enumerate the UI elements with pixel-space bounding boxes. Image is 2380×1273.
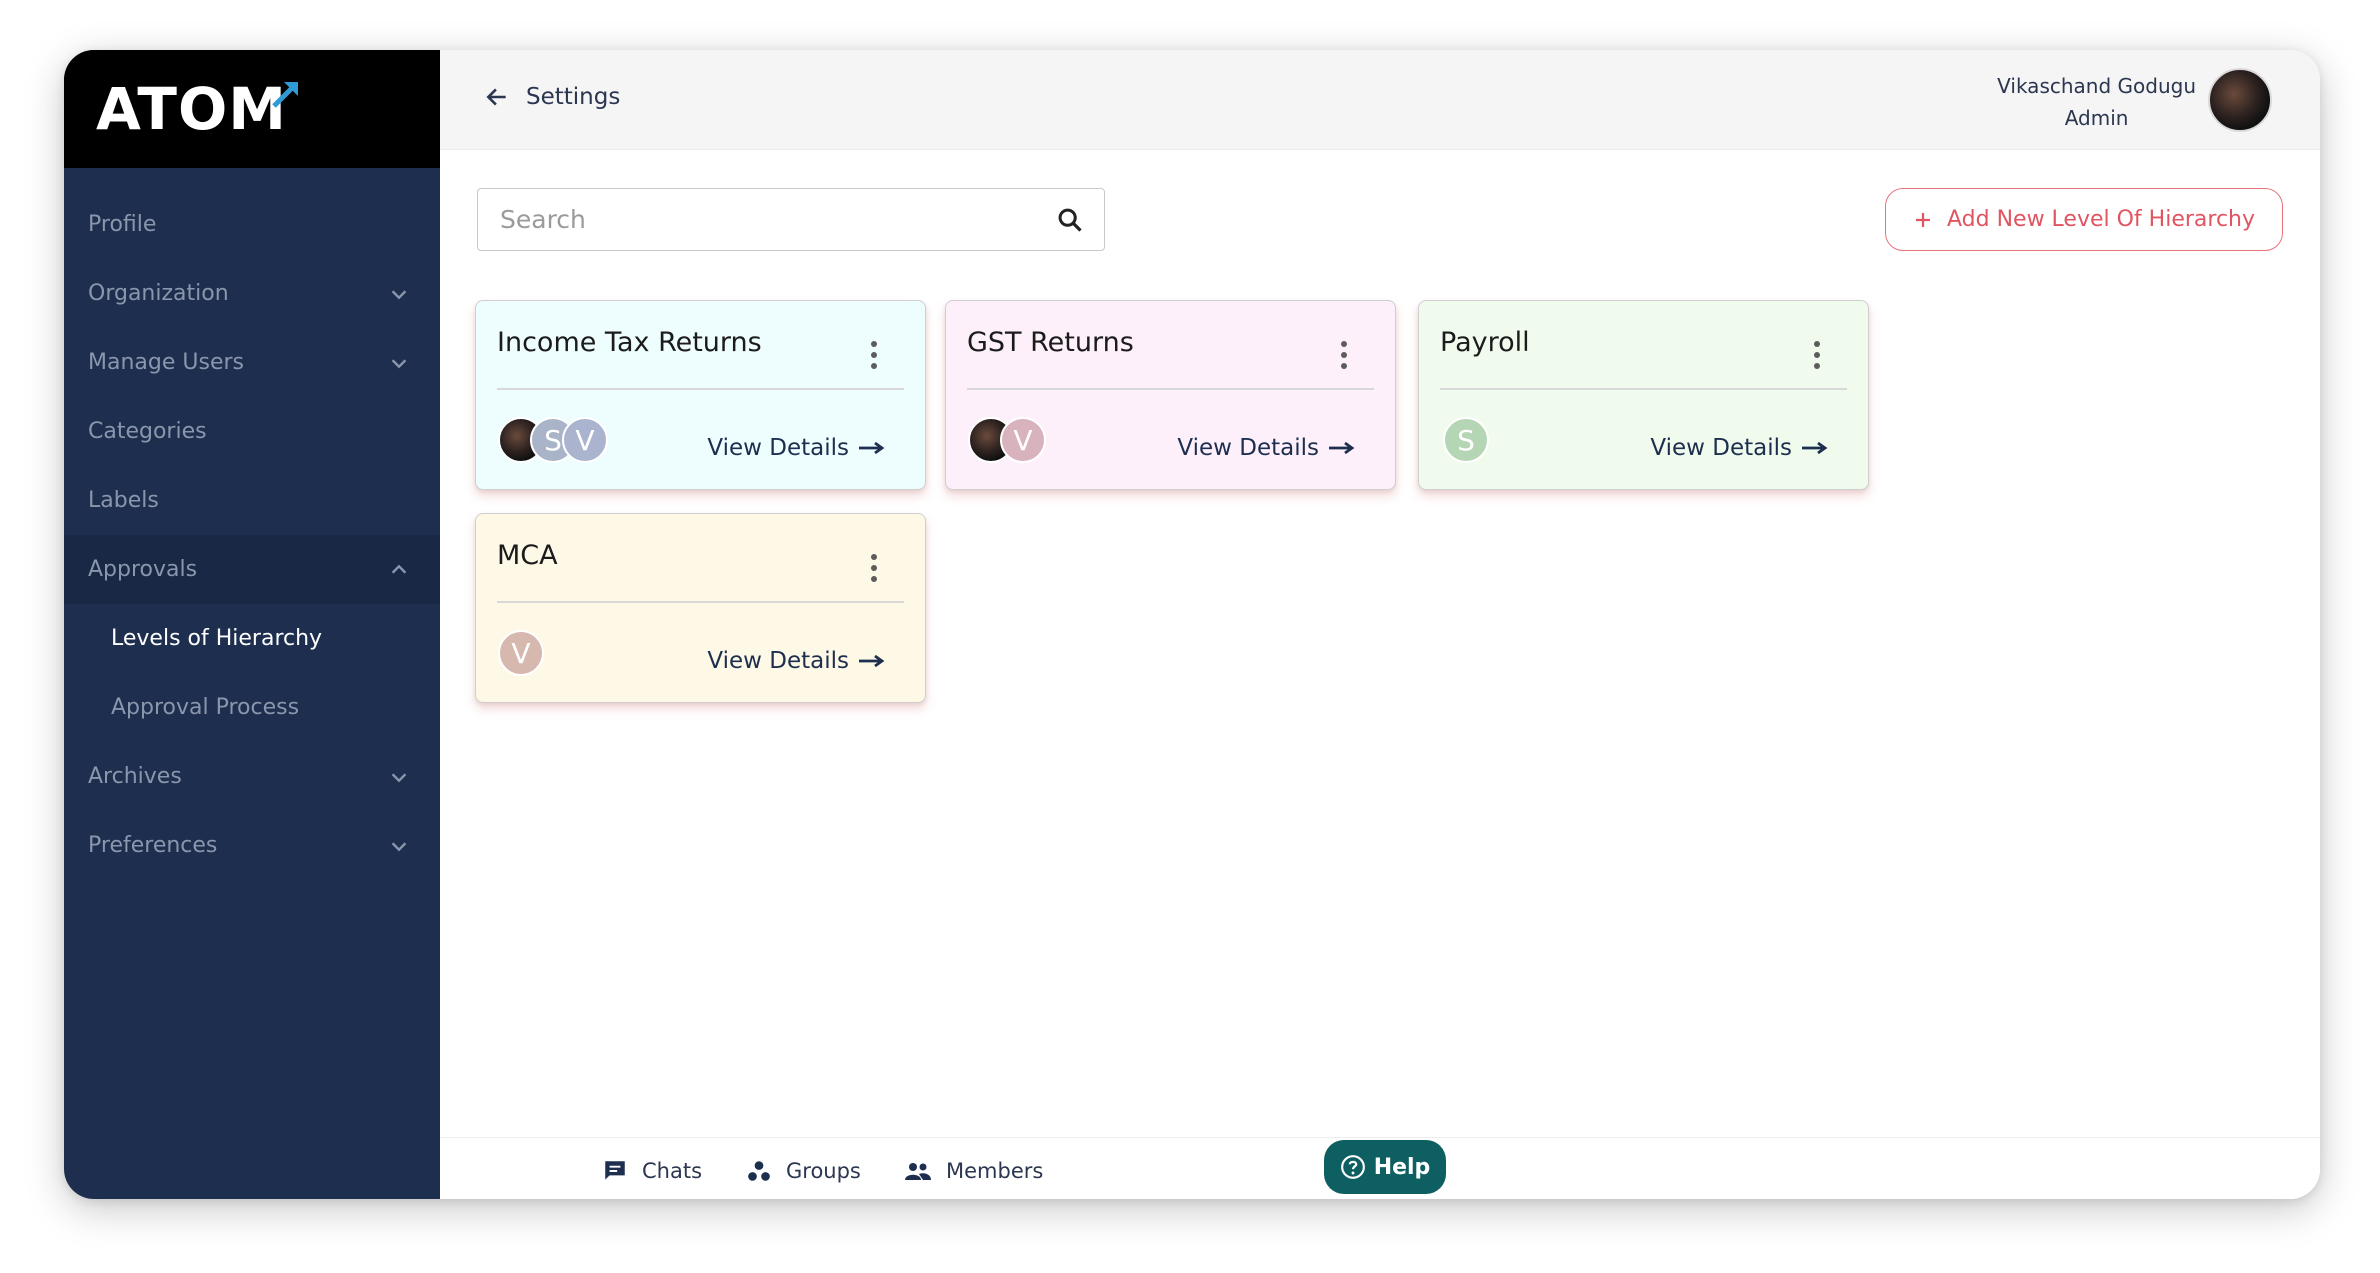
help-icon [1340, 1155, 1365, 1179]
more-options-icon[interactable] [1814, 341, 1820, 374]
plus-icon [1915, 212, 1930, 227]
main-content: Settings Vikaschand Godugu Admin Add New… [440, 50, 2320, 1199]
view-details-label: View Details [707, 648, 849, 674]
view-details-label: View Details [1177, 435, 1319, 461]
groups-label: Groups [786, 1159, 861, 1183]
chats-label: Chats [642, 1159, 703, 1183]
arrow-left-icon [486, 88, 506, 106]
view-details-link[interactable]: View Details [1177, 435, 1355, 461]
user-name: Vikaschand Godugu [1997, 74, 2196, 98]
sidebar-item-label: Approvals [88, 557, 198, 582]
members-icon [905, 1163, 931, 1180]
divider [1440, 388, 1847, 390]
avatar: V [1000, 417, 1046, 463]
groups-button[interactable]: Groups [746, 1158, 861, 1184]
logo-container: ATOM [64, 50, 440, 168]
arrow-right-icon [859, 654, 885, 668]
divider [497, 601, 904, 603]
view-details-link[interactable]: View Details [707, 648, 885, 674]
top-bar: Settings Vikaschand Godugu Admin [440, 50, 2320, 150]
groups-icon [748, 1161, 770, 1181]
sidebar-item-levels-of-hierarchy[interactable]: Levels of Hierarchy [64, 604, 440, 673]
sidebar-item-label: Organization [88, 281, 229, 306]
card-title: Income Tax Returns [497, 327, 762, 358]
sidebar-item-preferences[interactable]: Preferences [64, 811, 440, 880]
arrow-right-icon [1329, 441, 1355, 455]
help-button[interactable]: Help [1324, 1140, 1446, 1194]
sidebar-item-label: Profile [88, 212, 157, 237]
assignee-avatars: V [498, 630, 544, 676]
assignee-avatars: S V [498, 417, 608, 463]
chevron-down-icon [391, 358, 407, 368]
atom-logo: ATOM [96, 75, 287, 143]
hierarchy-card[interactable]: Income Tax Returns S V View Details [475, 300, 926, 490]
chevron-down-icon [391, 289, 407, 299]
logo-arrow-icon [272, 82, 298, 108]
divider [967, 388, 1374, 390]
card-title: MCA [497, 540, 558, 571]
user-info: Vikaschand Godugu Admin [1997, 70, 2196, 134]
sidebar-item-label: Archives [88, 764, 182, 789]
help-label: Help [1373, 1154, 1431, 1180]
avatar: V [562, 417, 608, 463]
chats-button[interactable]: Chats [602, 1158, 702, 1184]
view-details-label: View Details [707, 435, 849, 461]
members-label: Members [946, 1159, 1044, 1183]
app-window: ATOM Profile Organization Manage Users C… [64, 50, 2320, 1199]
members-button[interactable]: Members [904, 1158, 1043, 1184]
sidebar-item-label: Labels [88, 488, 159, 513]
hierarchy-card[interactable]: Payroll S View Details [1418, 300, 1869, 490]
back-to-settings-button[interactable]: Settings [484, 84, 620, 110]
back-label: Settings [526, 84, 621, 110]
search-icon[interactable] [1056, 206, 1084, 234]
sidebar-item-label: Preferences [88, 833, 218, 858]
more-options-icon[interactable] [1341, 341, 1347, 374]
view-details-link[interactable]: View Details [707, 435, 885, 461]
chevron-up-icon [391, 564, 407, 574]
avatar: S [1443, 417, 1489, 463]
sidebar-item-label: Manage Users [88, 350, 244, 375]
sidebar-item-categories[interactable]: Categories [64, 397, 440, 466]
sidebar-item-approval-process[interactable]: Approval Process [64, 673, 440, 742]
assignee-avatars: S [1443, 417, 1489, 463]
view-details-label: View Details [1650, 435, 1792, 461]
sidebar-item-label: Levels of Hierarchy [111, 626, 323, 651]
user-avatar[interactable] [2208, 68, 2272, 132]
sidebar-item-label: Categories [88, 419, 207, 444]
user-role: Admin [2064, 106, 2129, 130]
card-title: Payroll [1440, 327, 1530, 358]
sidebar-item-archives[interactable]: Archives [64, 742, 440, 811]
chevron-down-icon [391, 772, 407, 782]
sidebar-item-organization[interactable]: Organization [64, 259, 440, 328]
assignee-avatars: V [968, 417, 1046, 463]
hierarchy-card[interactable]: GST Returns V View Details [945, 300, 1396, 490]
more-options-icon[interactable] [871, 554, 877, 587]
view-details-link[interactable]: View Details [1650, 435, 1828, 461]
divider [497, 388, 904, 390]
hierarchy-card[interactable]: MCA V View Details [475, 513, 926, 703]
more-options-icon[interactable] [871, 341, 877, 374]
sidebar-item-labels[interactable]: Labels [64, 466, 440, 535]
sidebar-item-label: Approval Process [111, 695, 300, 720]
add-new-level-button[interactable]: Add New Level Of Hierarchy [1885, 188, 2283, 251]
chat-icon [605, 1161, 625, 1180]
sidebar: ATOM Profile Organization Manage Users C… [64, 50, 440, 1199]
card-title: GST Returns [967, 327, 1134, 358]
avatar: V [498, 630, 544, 676]
sidebar-item-manage-users[interactable]: Manage Users [64, 328, 440, 397]
chevron-down-icon [391, 841, 407, 851]
search-box [477, 188, 1105, 251]
sidebar-nav: Profile Organization Manage Users Catego… [64, 190, 440, 880]
sidebar-item-approvals[interactable]: Approvals [64, 535, 440, 604]
arrow-right-icon [859, 441, 885, 455]
search-input[interactable] [500, 205, 1000, 234]
arrow-right-icon [1802, 441, 1828, 455]
add-button-label: Add New Level Of Hierarchy [1946, 207, 2256, 232]
sidebar-item-profile[interactable]: Profile [64, 190, 440, 259]
